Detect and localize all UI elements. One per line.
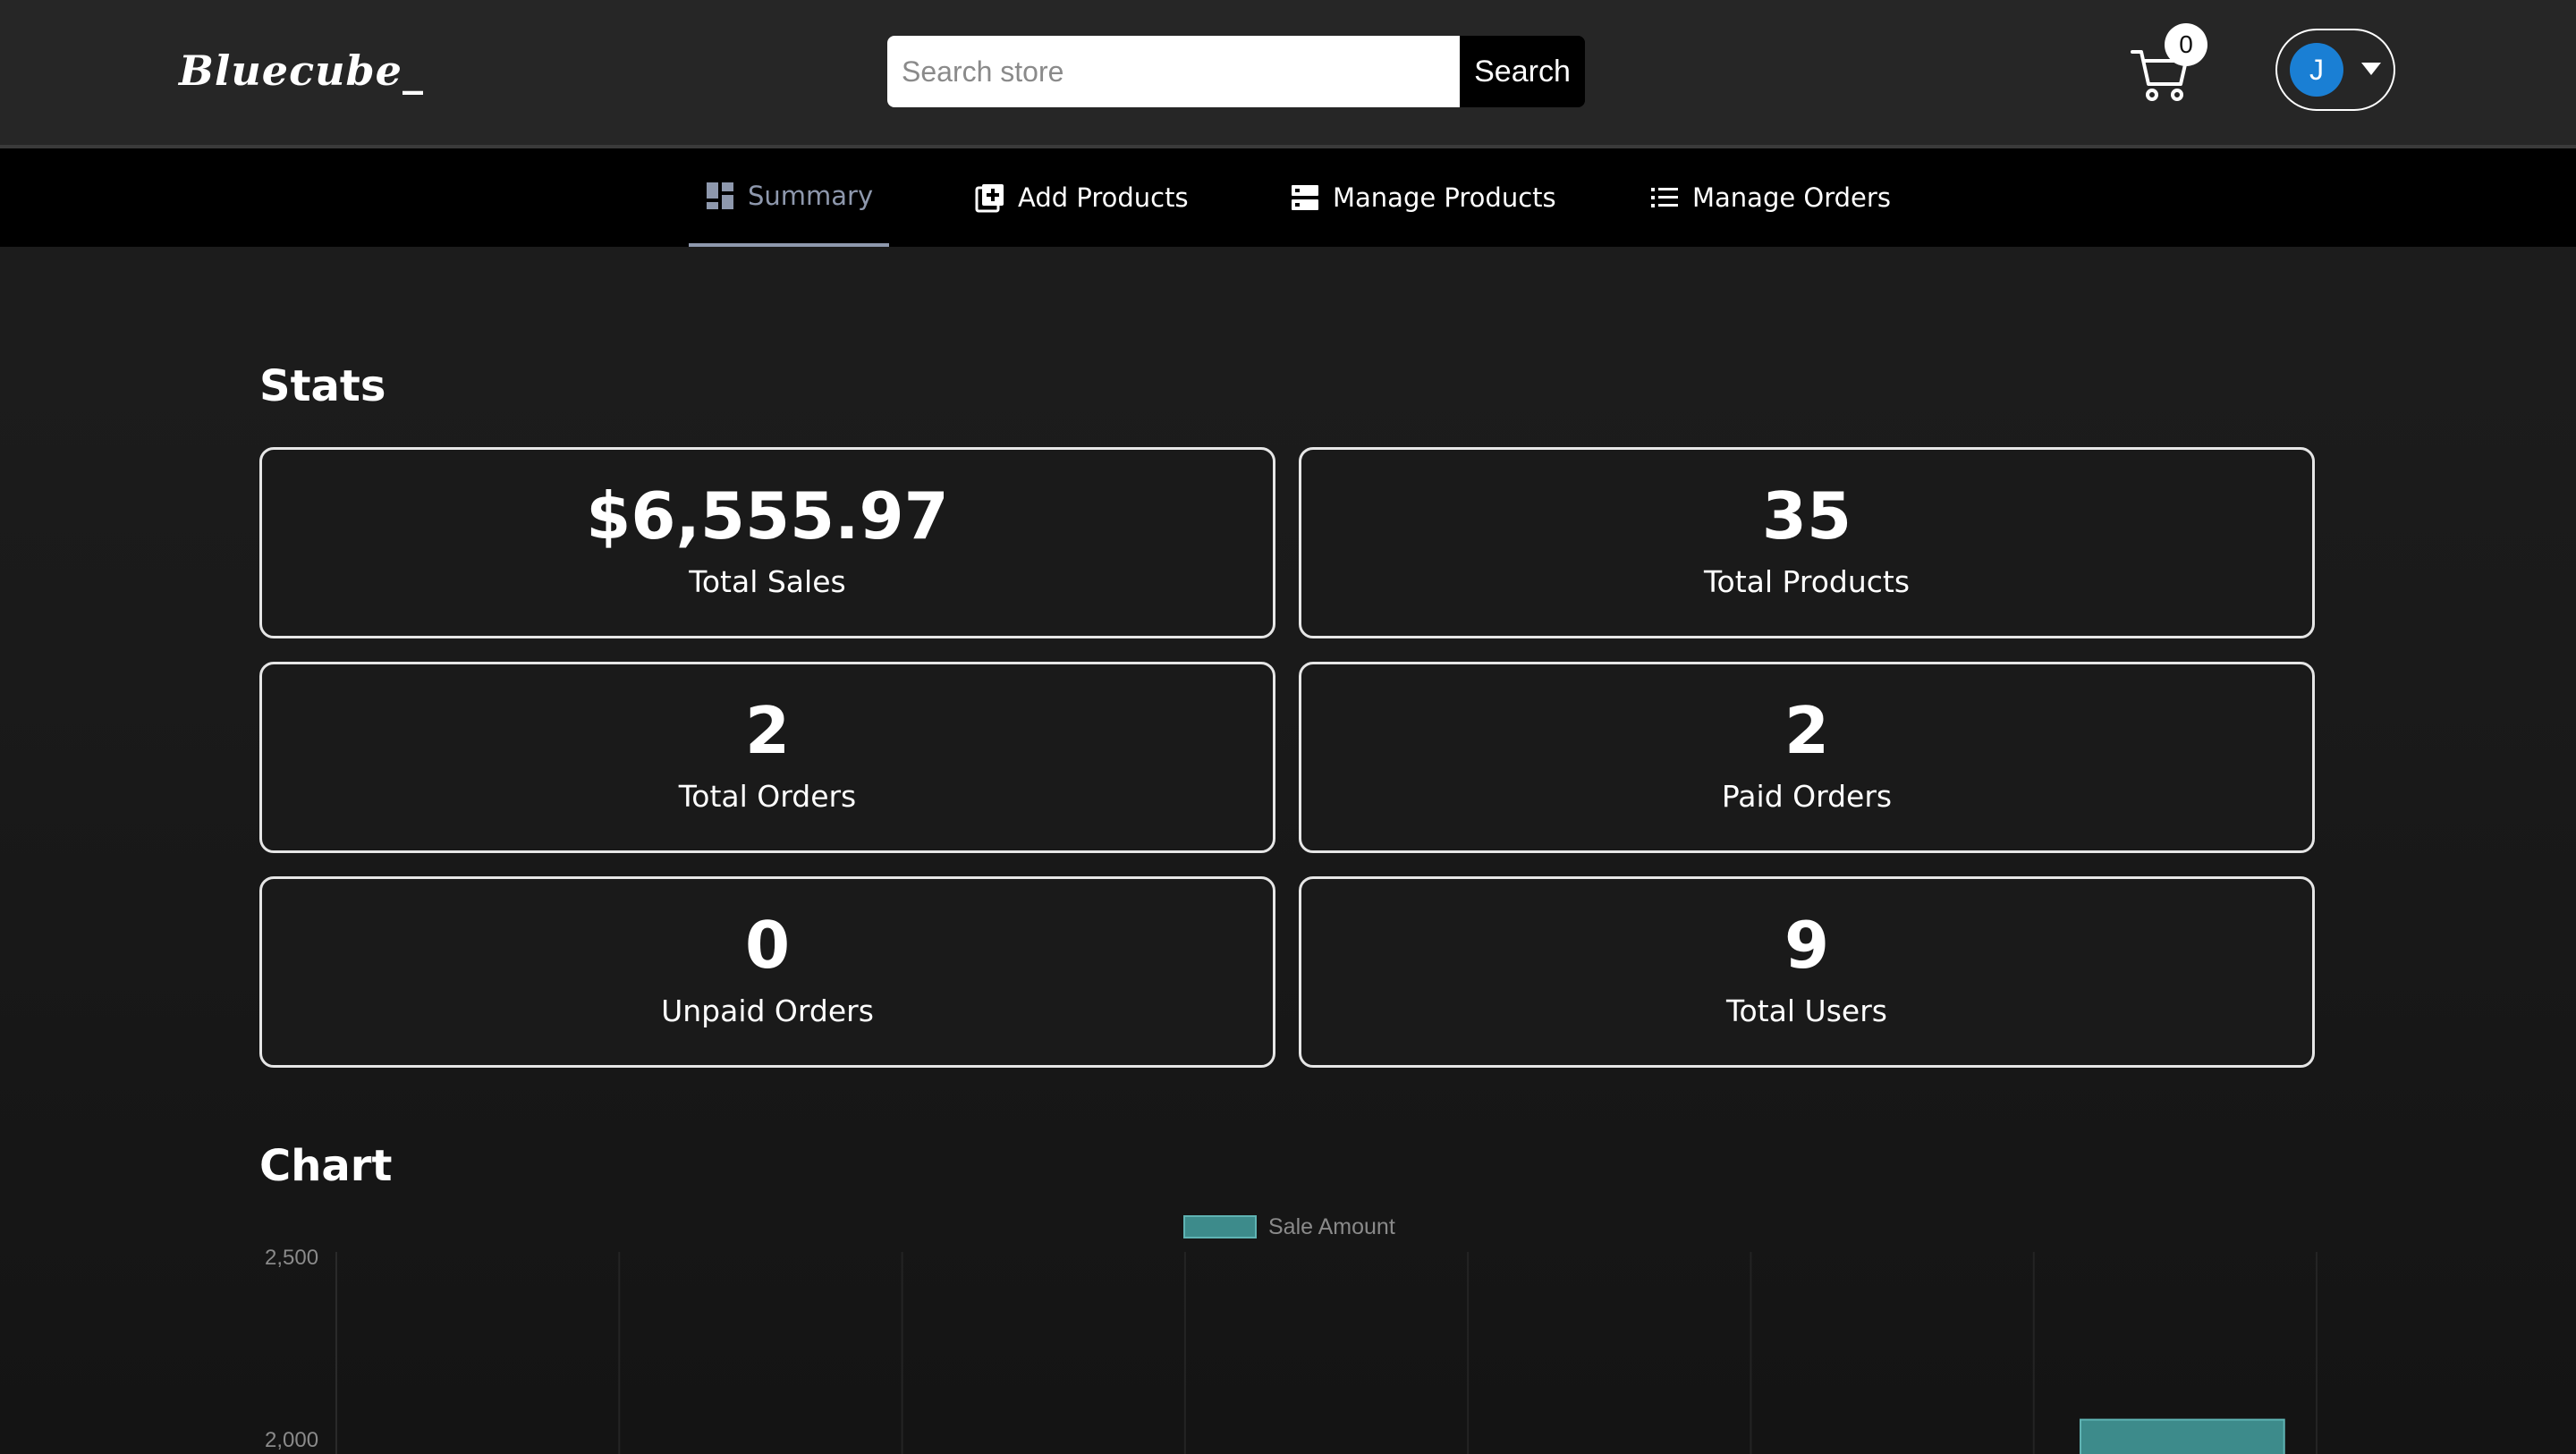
nav-manage-orders[interactable]: Manage Orders (1649, 148, 1891, 247)
nav-manage-products-label: Manage Products (1333, 182, 1556, 213)
chart-y-tick-label: 2,500 (265, 1246, 318, 1270)
stat-card-total-sales: $6,555.97 Total Sales (259, 447, 1275, 638)
search-button[interactable]: Search (1460, 36, 1585, 107)
stat-label: Paid Orders (1721, 779, 1893, 814)
stat-label: Unpaid Orders (661, 993, 874, 1028)
stat-card-total-users: 9 Total Users (1299, 876, 2315, 1068)
storage-icon (1292, 185, 1318, 210)
list-icon (1651, 188, 1678, 207)
avatar: J (2290, 43, 2343, 97)
add-box-icon (975, 184, 1004, 213)
caret-down-icon (2361, 63, 2381, 75)
cart-count-badge: 0 (2165, 23, 2207, 66)
stats-title: Stats (259, 361, 386, 411)
stat-value: 9 (1784, 908, 1830, 983)
stat-card-total-orders: 2 Total Orders (259, 662, 1275, 853)
nav-add-products-label: Add Products (1018, 182, 1189, 213)
stat-label: Total Products (1703, 564, 1911, 599)
profile-menu-button[interactable]: J (2275, 29, 2395, 111)
brand-logo[interactable]: Bluecube_ (179, 46, 424, 95)
nav-manage-products[interactable]: Manage Products (1290, 148, 1556, 247)
chart-legend-label: Sale Amount (1268, 1214, 1395, 1239)
dashboard-icon (707, 182, 733, 209)
nav-summary[interactable]: Summary (689, 148, 890, 247)
admin-nav: Summary Add Products Manage Products Man… (0, 148, 2576, 247)
chart-bar (2079, 1418, 2285, 1454)
stat-value: $6,555.97 (586, 478, 949, 554)
search-bar: Search (887, 36, 1585, 107)
stat-label: Total Orders (678, 779, 857, 814)
search-input[interactable] (887, 36, 1460, 107)
nav-add-products[interactable]: Add Products (975, 148, 1189, 247)
stat-card-paid-orders: 2 Paid Orders (1299, 662, 2315, 853)
stat-value: 35 (1761, 478, 1852, 554)
stat-value: 2 (744, 693, 791, 768)
stat-card-unpaid-orders: 0 Unpaid Orders (259, 876, 1275, 1068)
stat-label: Total Users (1726, 993, 1887, 1028)
stat-value: 2 (1784, 693, 1830, 768)
stat-label: Total Sales (689, 564, 846, 599)
stat-value: 0 (744, 908, 791, 983)
chart-y-tick-label: 2,000 (265, 1428, 318, 1452)
chart-legend-swatch (1183, 1215, 1257, 1238)
sales-bar-chart: 2,500 2,000 Sale Amount (265, 1214, 2318, 1454)
stat-card-total-products: 35 Total Products (1299, 447, 2315, 638)
nav-manage-orders-label: Manage Orders (1692, 182, 1891, 213)
chart-title: Chart (259, 1141, 393, 1191)
nav-summary-label: Summary (748, 181, 874, 211)
